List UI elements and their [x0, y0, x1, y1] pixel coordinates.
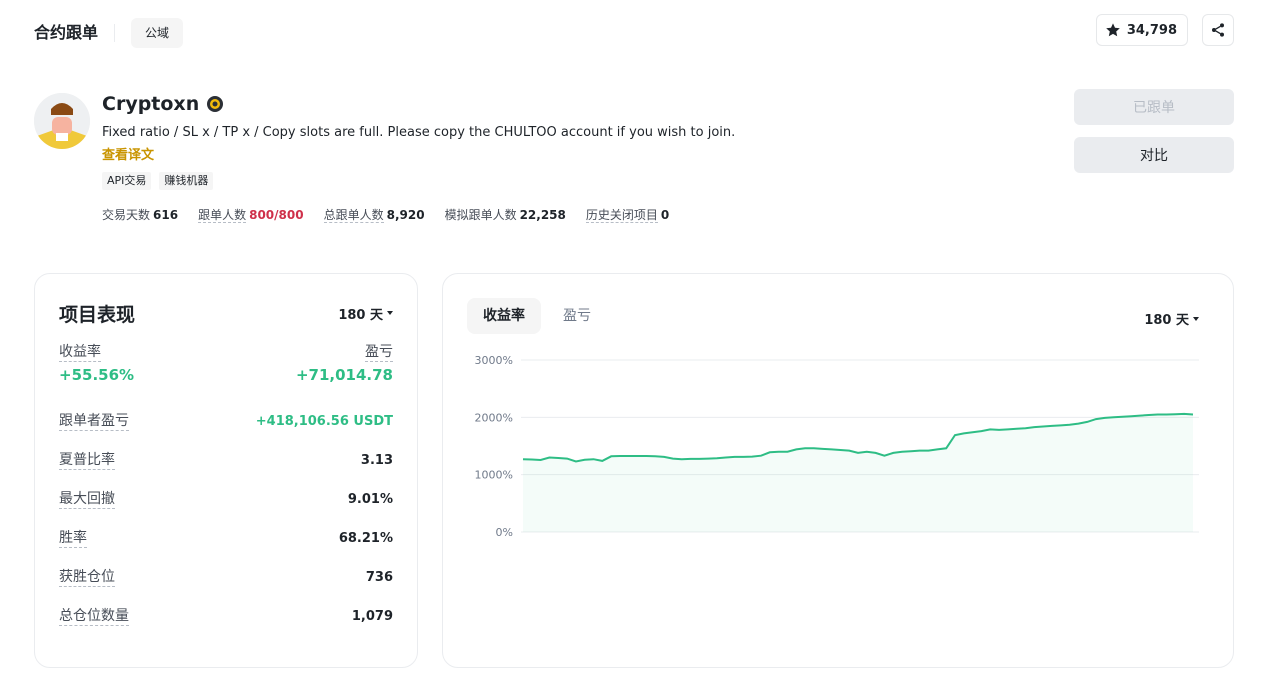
- metric-total-positions: 总仓位数量 1,079: [59, 607, 393, 626]
- y-tick-label: 0%: [496, 526, 513, 539]
- trader-profile: Cryptoxn Fixed ratio / SL x / TP x / Cop…: [102, 92, 1002, 223]
- top-actions: 34,798: [1095, 14, 1234, 46]
- translate-link[interactable]: 查看译文: [102, 148, 1002, 164]
- share-icon: [1212, 23, 1224, 37]
- compare-button[interactable]: 对比: [1074, 137, 1234, 173]
- stats-row: 交易天数 616 跟单人数 800/800 总跟单人数 8,920 模拟跟单人数 22,…: [102, 206, 1002, 223]
- metric-mdd: 最大回撤 9.01%: [59, 490, 393, 509]
- scope-badge[interactable]: 公域: [131, 18, 184, 48]
- tag-api: API交易: [102, 172, 152, 190]
- performance-card: 项目表现 180 天 收益率 盈亏 +55.56% +71,014.78 跟单者…: [34, 273, 418, 668]
- y-tick-label: 1000%: [475, 469, 513, 482]
- share-button[interactable]: [1202, 14, 1234, 46]
- pnl-value: +71,014.78: [295, 366, 393, 384]
- favorite-count: 34,798: [1126, 22, 1177, 38]
- stat-total-copiers: 总跟单人数 8,920: [323, 208, 425, 223]
- period-select[interactable]: 180 天: [338, 304, 393, 323]
- favorite-button[interactable]: 34,798: [1095, 14, 1188, 46]
- badge-icon: [207, 96, 224, 112]
- avatar-image: [34, 93, 90, 149]
- metric-win-rate: 胜率 68.21%: [59, 529, 393, 548]
- trader-description: Fixed ratio / SL x / TP x / Copy slots a…: [102, 125, 736, 140]
- y-tick-label: 2000%: [475, 411, 513, 424]
- roi-label[interactable]: 收益率: [59, 344, 101, 362]
- tag-list: API交易 赚钱机器: [102, 172, 1002, 190]
- copied-button[interactable]: 已跟单: [1074, 89, 1234, 125]
- y-tick-label: 3000%: [475, 354, 513, 367]
- metric-list: 跟单者盈亏 +418,106.56 USDT 夏普比率 3.13 最大回撤 9.…: [59, 402, 393, 636]
- stat-copiers: 跟单人数 800/800: [198, 208, 304, 223]
- star-icon: [1106, 23, 1120, 37]
- caret-down-icon: [387, 311, 393, 315]
- period-label: 180 天: [338, 307, 383, 323]
- action-buttons: 已跟单 对比: [1074, 89, 1234, 173]
- chart-card: 收益率 盈亏 180 天 3000% 2000% 1000% 0%: [442, 273, 1234, 668]
- roi-area: [523, 413, 1193, 532]
- page-brand: 合约跟单: [34, 24, 116, 42]
- metric-copier-pnl: 跟单者盈亏 +418,106.56 USDT: [59, 412, 393, 431]
- stat-trading-days: 交易天数 616: [102, 208, 179, 222]
- performance-title: 项目表现: [59, 303, 136, 326]
- stat-mock-copiers: 模拟跟单人数 22,258: [444, 208, 566, 222]
- avatar: [34, 93, 90, 149]
- metric-sharpe: 夏普比率 3.13: [59, 451, 393, 470]
- top-bar: 合约跟单 公域 34,798: [34, 14, 1234, 48]
- tag-money-machine: 赚钱机器: [159, 172, 214, 190]
- roi-chart: 3000% 2000% 1000% 0%: [475, 354, 1199, 539]
- pnl-label[interactable]: 盈亏: [365, 344, 393, 362]
- roi-value: +55.56%: [59, 366, 135, 384]
- stat-closed-portfolios: 历史关闭项目 0: [585, 208, 670, 223]
- metric-win-positions: 获胜仓位 736: [59, 568, 393, 587]
- trader-name: Cryptoxn: [102, 93, 200, 115]
